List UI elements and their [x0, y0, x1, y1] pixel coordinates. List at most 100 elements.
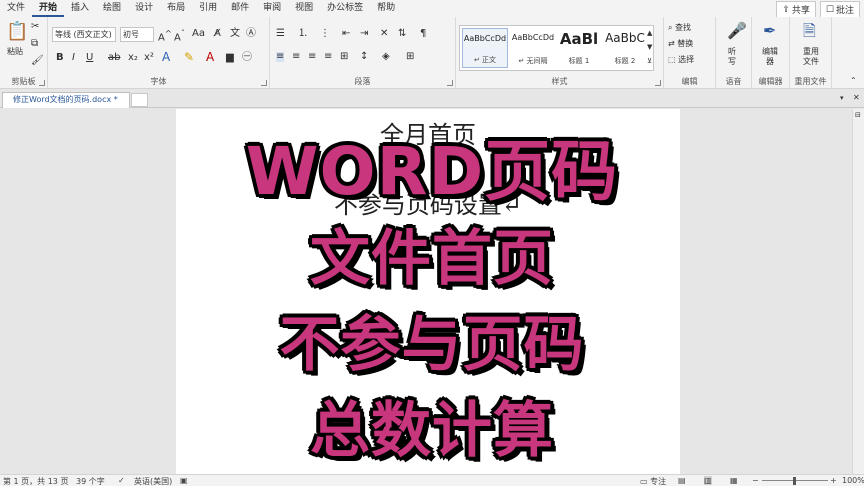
language[interactable]: 英语(美国) [134, 476, 172, 486]
tab-help[interactable]: 帮助 [370, 0, 402, 17]
clipboard-launcher-icon[interactable] [39, 80, 45, 86]
shading-icon[interactable]: ◈ [382, 52, 390, 62]
tab-home[interactable]: 开始 [32, 0, 65, 17]
font-color-icon[interactable]: A [206, 51, 214, 63]
borders-icon[interactable]: ⊞ [406, 52, 414, 62]
paste-icon[interactable]: 📋 [6, 23, 28, 41]
document-tab-bar: 修正Word文档的页码.docx * ▾ ✕ [0, 90, 864, 108]
numbering-icon[interactable]: ⒈ [298, 29, 308, 39]
show-marks-icon[interactable]: ¶ [420, 29, 426, 39]
change-case-icon[interactable]: Aa [192, 29, 205, 39]
zoom-level[interactable]: 100% [842, 476, 864, 485]
document-tab[interactable]: 修正Word文档的页码.docx * [2, 92, 130, 108]
highlight-icon[interactable]: ✎ [184, 51, 194, 63]
paragraph-launcher-icon[interactable] [447, 80, 453, 86]
subscript-icon[interactable]: x₂ [128, 53, 138, 63]
web-layout-icon[interactable]: ▦ [730, 476, 738, 485]
tab-draw[interactable]: 绘图 [96, 0, 128, 17]
tab-file[interactable]: 文件 [0, 0, 32, 17]
focus-button[interactable]: ▭ 专注 [640, 476, 666, 486]
new-tab-button[interactable] [131, 93, 148, 107]
style-heading-2[interactable]: AaBbC 标题 2 [602, 28, 648, 68]
char-shading-icon[interactable]: ▆ [226, 53, 234, 63]
bold-icon[interactable]: B [56, 53, 64, 63]
superscript-icon[interactable]: x² [144, 53, 154, 63]
format-painter-icon[interactable]: 🖌 [31, 56, 44, 66]
cut-icon[interactable]: ✂ [31, 22, 39, 32]
multilevel-list-icon[interactable]: ⋮ [320, 29, 330, 39]
enclose-char-icon[interactable]: ㊀ [242, 53, 252, 63]
shrink-font-icon[interactable]: Aˇ [174, 29, 185, 43]
grow-font-icon[interactable]: A^ [158, 29, 172, 43]
microphone-icon[interactable]: 🎤 [727, 23, 747, 39]
tab-insert[interactable]: 插入 [64, 0, 96, 17]
paste-label[interactable]: 粘贴 [7, 48, 23, 56]
tab-mailings[interactable]: 邮件 [224, 0, 256, 17]
comment-button[interactable]: ☐ 批注 [819, 1, 860, 18]
tab-design[interactable]: 设计 [128, 0, 160, 17]
editor-pen-icon[interactable]: ✒ [763, 23, 776, 39]
zoom-out-icon[interactable]: − [752, 476, 759, 485]
style-no-spacing[interactable]: AaBbCcDd ↵ 无间隔 [510, 28, 556, 68]
word-count[interactable]: 39 个字 [76, 476, 105, 486]
style-heading-1[interactable]: AaBl 标题 1 [556, 28, 602, 68]
select-button[interactable]: ⬚ 选择 [668, 56, 694, 64]
align-left-icon[interactable]: ≡ [276, 52, 285, 62]
page-info[interactable]: 第 1 页，共 13 页 [3, 476, 68, 486]
reuse-label[interactable]: 重用文件 [801, 47, 821, 67]
font-name-select[interactable]: 等线 (西文正文) [52, 27, 116, 42]
bullets-icon[interactable]: ☰ [276, 29, 285, 39]
editing-group: ⌕ 查找 ⇄ 替换 ⬚ 选择 编辑 [664, 17, 716, 89]
justify-icon[interactable]: ≡ [324, 52, 332, 62]
tab-office-tab[interactable]: 办公标签 [320, 0, 370, 17]
read-mode-icon[interactable]: ▤ [678, 476, 686, 485]
share-button[interactable]: ⇪ 共享 [776, 1, 816, 18]
tab-list-icon[interactable]: ▾ [840, 95, 844, 102]
close-tab-icon[interactable]: ✕ [853, 94, 860, 102]
focus-icon: ▭ [640, 477, 651, 486]
replace-icon: ⇄ [668, 39, 678, 48]
zoom-in-icon[interactable]: + [830, 476, 837, 485]
style-normal[interactable]: AaBbCcDd ↵ 正文 [462, 28, 508, 68]
line-spacing-icon[interactable]: ↕ [360, 52, 368, 62]
reuse-files-icon[interactable]: 🗎 [803, 23, 816, 39]
strikethrough-icon[interactable]: ab [108, 53, 120, 63]
macro-icon[interactable]: ▣ [180, 476, 188, 485]
align-center-icon[interactable]: ≡ [292, 52, 300, 62]
comment-icon: ☐ [825, 4, 834, 15]
italic-icon[interactable]: I [72, 53, 75, 63]
replace-button[interactable]: ⇄ 替换 [668, 40, 693, 48]
tab-references[interactable]: 引用 [192, 0, 224, 17]
clear-format-icon[interactable]: A̸ [214, 29, 221, 39]
menu-right: ⇪ 共享 ☐ 批注 [776, 1, 860, 18]
print-layout-icon[interactable]: ▥ [704, 476, 712, 485]
find-button[interactable]: ⌕ 查找 [668, 24, 691, 32]
dictate-label[interactable]: 听写 [728, 47, 738, 67]
collapse-ribbon-icon[interactable]: ⌃ [850, 77, 857, 85]
copy-icon[interactable]: ⧉ [31, 39, 38, 49]
gallery-down-icon[interactable]: ▼ [647, 44, 652, 51]
clipboard-group: 📋 粘贴 ✂ ⧉ 🖌 剪贴板 [0, 17, 48, 89]
tab-view[interactable]: 视图 [288, 0, 320, 17]
align-right-icon[interactable]: ≡ [308, 52, 316, 62]
styles-launcher-icon[interactable] [655, 80, 661, 86]
zoom-slider-thumb[interactable] [793, 477, 796, 485]
sort-icon[interactable]: ⇅ [398, 29, 406, 39]
tab-layout[interactable]: 布局 [160, 0, 192, 17]
gallery-up-icon[interactable]: ▲ [647, 30, 652, 37]
editor-label[interactable]: 编辑器 [760, 47, 780, 67]
proofing-icon[interactable]: ✓ [118, 476, 125, 485]
char-border-icon[interactable]: Ⓐ [246, 29, 256, 39]
text-effects-icon[interactable]: A [162, 51, 170, 63]
distribute-icon[interactable]: ⊞ [340, 52, 348, 62]
decrease-indent-icon[interactable]: ⇤ [342, 29, 350, 39]
tab-review[interactable]: 审阅 [256, 0, 288, 17]
underline-icon[interactable]: U [86, 53, 93, 63]
increase-indent-icon[interactable]: ⇥ [360, 29, 368, 39]
chinese-layout-icon[interactable]: ✕ [380, 29, 388, 39]
font-size-select[interactable]: 初号 [120, 27, 154, 42]
phonetic-guide-icon[interactable]: 文 [230, 29, 240, 39]
font-launcher-icon[interactable] [261, 80, 267, 86]
select-label: 选择 [678, 55, 695, 64]
gallery-more-icon[interactable]: ⊻ [647, 58, 652, 65]
